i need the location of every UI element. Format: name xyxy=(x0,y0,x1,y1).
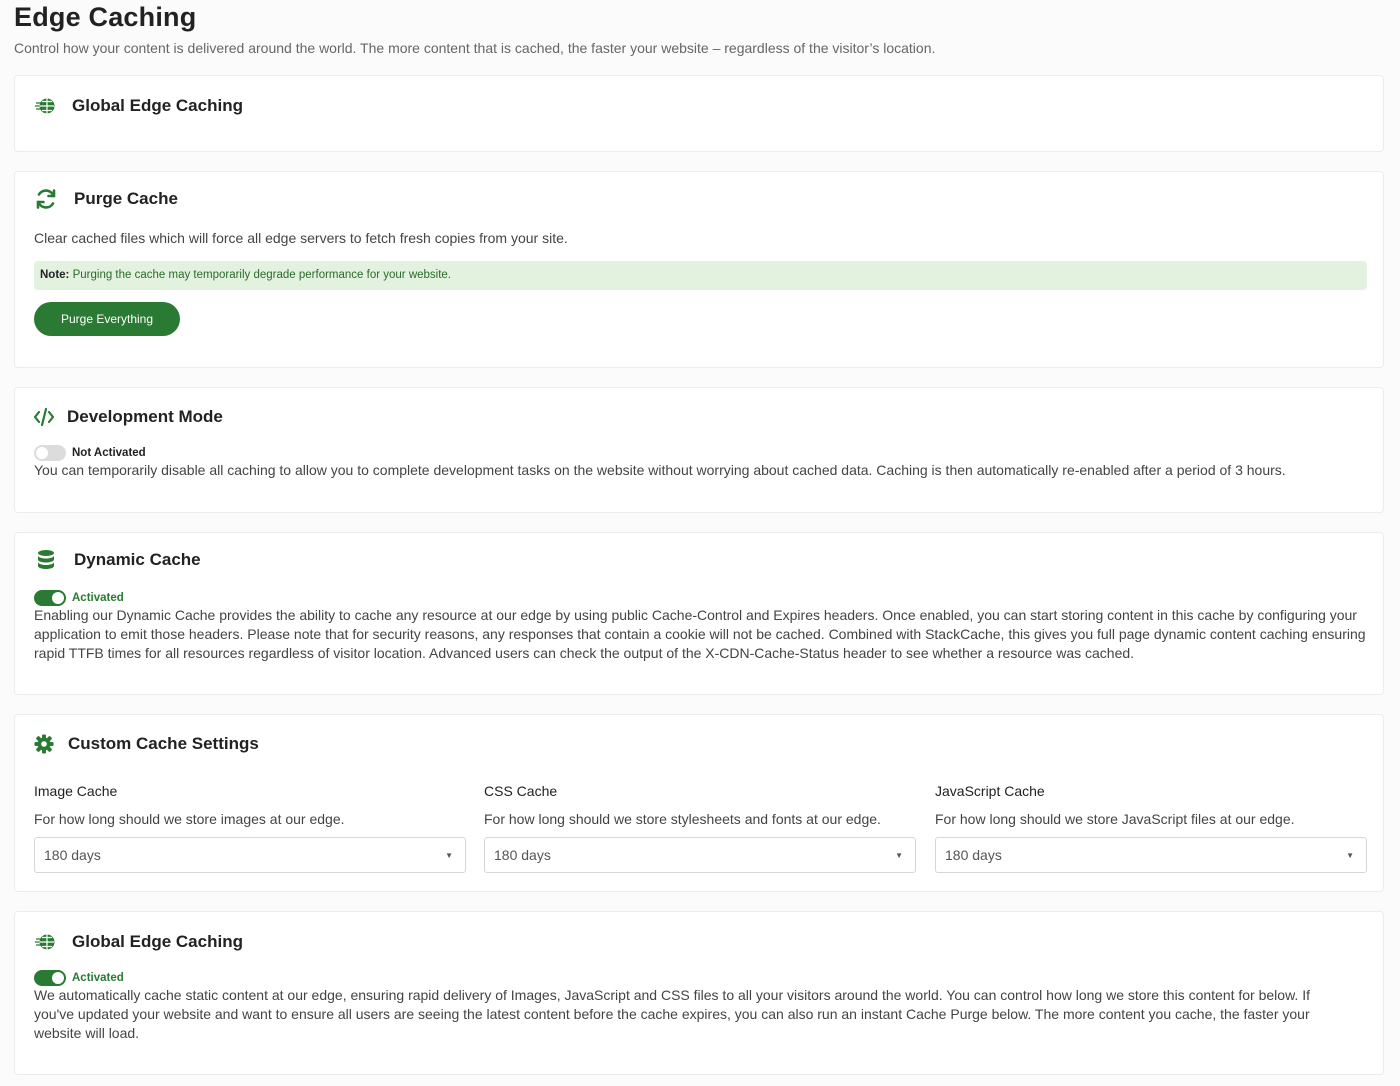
dynamic-cache-card: Dynamic Cache Activated Enabling our Dyn… xyxy=(14,532,1384,695)
toggle-knob xyxy=(52,592,64,604)
chevron-down-icon: ▼ xyxy=(445,850,453,860)
page-subtitle: Control how your content is delivered ar… xyxy=(14,40,936,56)
purge-description: Clear cached files which will force all … xyxy=(34,230,568,246)
dynamic-cache-toggle-row: Activated xyxy=(34,590,124,606)
note-label: Note: xyxy=(40,269,70,281)
dev-mode-toggle[interactable] xyxy=(34,445,66,461)
select-value: 180 days xyxy=(945,847,1002,863)
setting-title: JavaScript Cache xyxy=(935,783,1045,799)
code-icon xyxy=(34,405,54,429)
dynamic-cache-toggle[interactable] xyxy=(34,590,66,606)
card-header: Global Edge Caching xyxy=(34,930,243,954)
purge-everything-button[interactable]: Purge Everything xyxy=(34,302,180,336)
setting-description: For how long should we store images at o… xyxy=(34,811,345,827)
card-title: Custom Cache Settings xyxy=(68,734,259,753)
dynamic-cache-status: Activated xyxy=(72,592,124,604)
global-edge-caching-status: Activated xyxy=(72,972,124,984)
javascript-cache-setting: JavaScript Cache For how long should we … xyxy=(935,783,1367,873)
setting-title: Image Cache xyxy=(34,783,118,799)
dev-mode-status: Not Activated xyxy=(72,447,146,459)
setting-description: For how long should we store JavaScript … xyxy=(935,811,1295,827)
global-edge-toggle-row: Activated xyxy=(34,970,124,986)
purge-warning-note: Note: Purging the cache may temporarily … xyxy=(34,261,1367,290)
global-edge-caching-settings-card: Global Edge Caching Activated We automat… xyxy=(14,911,1384,1075)
setting-title: CSS Cache xyxy=(484,783,558,799)
toggle-knob xyxy=(52,972,64,984)
global-edge-caching-toggle[interactable] xyxy=(34,970,66,986)
globe-icon xyxy=(34,930,58,954)
setting-description: For how long should we store stylesheets… xyxy=(484,811,881,827)
select-value: 180 days xyxy=(494,847,551,863)
card-title: Global Edge Caching xyxy=(72,932,243,951)
card-title: Purge Cache xyxy=(74,189,178,208)
custom-cache-settings-card: Custom Cache Settings Image Cache For ho… xyxy=(14,714,1384,892)
card-header: Development Mode xyxy=(34,405,223,429)
refresh-icon xyxy=(34,187,58,211)
chevron-down-icon: ▼ xyxy=(895,850,903,860)
purge-cache-card: Purge Cache Clear cached files which wil… xyxy=(14,171,1384,368)
page-title: Edge Caching xyxy=(14,2,197,32)
development-mode-card: Development Mode Not Activated You can t… xyxy=(14,387,1384,513)
card-title: Global Edge Caching xyxy=(72,96,243,115)
globe-icon xyxy=(34,94,58,118)
card-title: Development Mode xyxy=(67,407,223,426)
note-text: Purging the cache may temporarily degrad… xyxy=(72,269,452,281)
select-value: 180 days xyxy=(44,847,101,863)
global-edge-caching-description: We automatically cache static content at… xyxy=(34,987,1310,1041)
css-cache-select[interactable]: 180 days ▼ xyxy=(484,837,916,873)
dynamic-cache-description: Enabling our Dynamic Cache provides the … xyxy=(34,607,1366,661)
gear-icon xyxy=(34,732,54,756)
database-icon xyxy=(34,548,58,572)
card-title: Dynamic Cache xyxy=(74,550,201,569)
css-cache-setting: CSS Cache For how long should we store s… xyxy=(484,783,916,873)
card-header: Purge Cache xyxy=(34,187,178,211)
card-header: Dynamic Cache xyxy=(34,548,201,572)
image-cache-setting: Image Cache For how long should we store… xyxy=(34,783,466,873)
dev-mode-description: You can temporarily disable all caching … xyxy=(34,462,1286,478)
image-cache-select[interactable]: 180 days ▼ xyxy=(34,837,466,873)
javascript-cache-select[interactable]: 180 days ▼ xyxy=(935,837,1367,873)
global-edge-caching-card: Global Edge Caching xyxy=(14,75,1384,152)
dev-mode-toggle-row: Not Activated xyxy=(34,445,146,461)
card-header: Global Edge Caching xyxy=(34,94,243,118)
toggle-knob xyxy=(36,447,48,459)
chevron-down-icon: ▼ xyxy=(1346,850,1354,860)
card-header: Custom Cache Settings xyxy=(34,732,259,756)
